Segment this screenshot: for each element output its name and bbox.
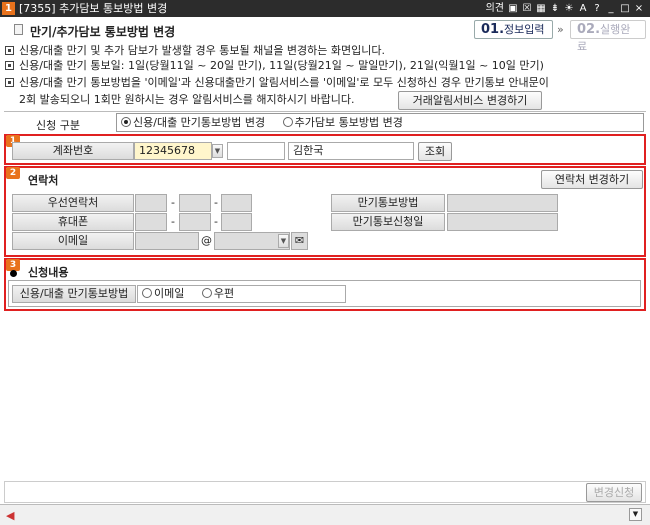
step1-number: 01.: [481, 22, 505, 37]
window-titlebar: 1 [7355] 추가담보 통보방법 변경 의견 ▣ ☒ ▦ ⇟ ☀ A ? _…: [0, 0, 650, 17]
maturity-date-value: [447, 213, 558, 231]
section2-title: 연락처: [28, 174, 59, 187]
font-size-icon[interactable]: A: [578, 2, 588, 15]
radio-option-maturity[interactable]: [121, 117, 131, 127]
bullet-icon: [5, 46, 14, 55]
bullet-icon: [5, 61, 14, 70]
notice-line-2: 신용/대출 만기 통보일: 1일(당월11일 ~ 20일 만기), 11일(당월…: [5, 59, 544, 73]
minimize-icon[interactable]: _: [606, 2, 616, 15]
settings-icon[interactable]: ☀: [564, 2, 574, 15]
email-local-input: [135, 232, 199, 250]
app-number-badge: 1: [2, 2, 15, 15]
primary-contact-part2: [179, 194, 211, 212]
close-icon[interactable]: ×: [634, 2, 644, 15]
titlebar-tools: 의견 ▣ ☒ ▦ ⇟ ☀ A ? _ □ ×: [486, 2, 644, 15]
submit-change-button[interactable]: 변경신청: [586, 483, 642, 502]
maturity-method-value: [447, 194, 558, 212]
request-type-label: 신청 구분: [36, 119, 80, 132]
dash: -: [171, 196, 175, 209]
maturity-method-label: 만기통보방법: [331, 194, 445, 212]
divider: [4, 111, 646, 112]
page-title: 만기/추가담보 통보방법 변경: [30, 25, 176, 39]
notice-line-1: 신용/대출 만기 및 추가 담보가 발생할 경우 통보될 채널을 변경하는 화면…: [5, 44, 385, 58]
speaker-icon[interactable]: ◀: [6, 509, 14, 522]
email-envelope-icon: ✉: [291, 232, 308, 250]
method-radio-group: 이메일 우편: [137, 285, 346, 303]
email-label: 이메일: [12, 232, 134, 250]
chevron-down-icon: ▼: [278, 234, 289, 248]
notice-line-4: 2회 발송되오니 1회만 원하시는 경우 알림서비스를 해지하시기 바랍니다.: [19, 93, 355, 106]
step-indicator-input: 01.정보입력: [474, 20, 553, 39]
dash: -: [214, 196, 218, 209]
radio-label-collateral[interactable]: 추가담보 통보방법 변경: [295, 116, 403, 129]
radio-email-label[interactable]: 이메일: [154, 287, 184, 300]
section3-dot-icon: [10, 270, 17, 277]
request-type-group: 신용/대출 만기통보방법 변경 추가담보 통보방법 변경: [116, 113, 644, 132]
account-label: 계좌번호: [12, 142, 134, 160]
primary-contact-part3: [221, 194, 252, 212]
account-number-input[interactable]: 12345678: [134, 142, 212, 160]
mobile-part3: [221, 213, 252, 231]
mobile-part2: [179, 213, 211, 231]
chevron-down-icon[interactable]: ▼: [629, 508, 642, 521]
step-arrow-icon: »: [557, 23, 564, 36]
mobile-label: 휴대폰: [12, 213, 134, 231]
alert-service-button[interactable]: 거래알림서비스 변경하기: [398, 91, 542, 110]
window-title: [7355] 추가담보 통보방법 변경: [19, 2, 168, 15]
account-owner-name: 김한국: [288, 142, 414, 160]
radio-post[interactable]: [201, 288, 212, 298]
mobile-part1: [135, 213, 167, 231]
radio-option-collateral[interactable]: [282, 117, 293, 127]
at-sign: @: [201, 234, 212, 247]
lookup-button[interactable]: 조회: [418, 142, 452, 161]
close-box-icon[interactable]: ☒: [522, 2, 532, 15]
action-bar: [4, 481, 646, 503]
step2-number: 02.: [577, 22, 601, 37]
account-password-input[interactable]: [227, 142, 285, 160]
opinion-icon[interactable]: 의견: [486, 2, 504, 15]
section2-badge: 2: [6, 167, 20, 179]
method-label: 신용/대출 만기통보방법: [12, 285, 136, 303]
help-icon[interactable]: ?: [592, 2, 602, 15]
step-indicator-complete: 02.실행완료: [570, 20, 646, 53]
primary-contact-label: 우선연락처: [12, 194, 134, 212]
section3-title: 신청내용: [28, 266, 69, 279]
notice-line-3: 신용/대출 만기 통보방법을 '이메일'과 신용대출만기 알림서비스를 '이메일…: [5, 76, 549, 90]
radio-email[interactable]: [142, 288, 152, 298]
dash: -: [214, 215, 218, 228]
dash: -: [171, 215, 175, 228]
chevron-down-icon[interactable]: ▼: [212, 144, 223, 158]
change-contact-button[interactable]: 연락처 변경하기: [541, 170, 643, 189]
page-header: 만기/추가담보 통보방법 변경 01.정보입력 » 02.실행완료: [0, 17, 650, 53]
step1-label: 정보입력: [504, 23, 545, 36]
pin-icon[interactable]: ⇟: [550, 2, 560, 15]
maximize-icon[interactable]: □: [620, 2, 630, 15]
bullet-icon: [5, 78, 14, 87]
grid-icon[interactable]: ▦: [536, 2, 546, 15]
maturity-date-label: 만기통보신청일: [331, 213, 445, 231]
radio-label-maturity[interactable]: 신용/대출 만기통보방법 변경: [133, 116, 265, 129]
status-bar: ◀ ▼: [0, 504, 650, 525]
window-icon[interactable]: ▣: [508, 2, 518, 15]
document-icon: [14, 24, 23, 35]
primary-contact-part1: [135, 194, 167, 212]
radio-post-label[interactable]: 우편: [214, 287, 234, 300]
